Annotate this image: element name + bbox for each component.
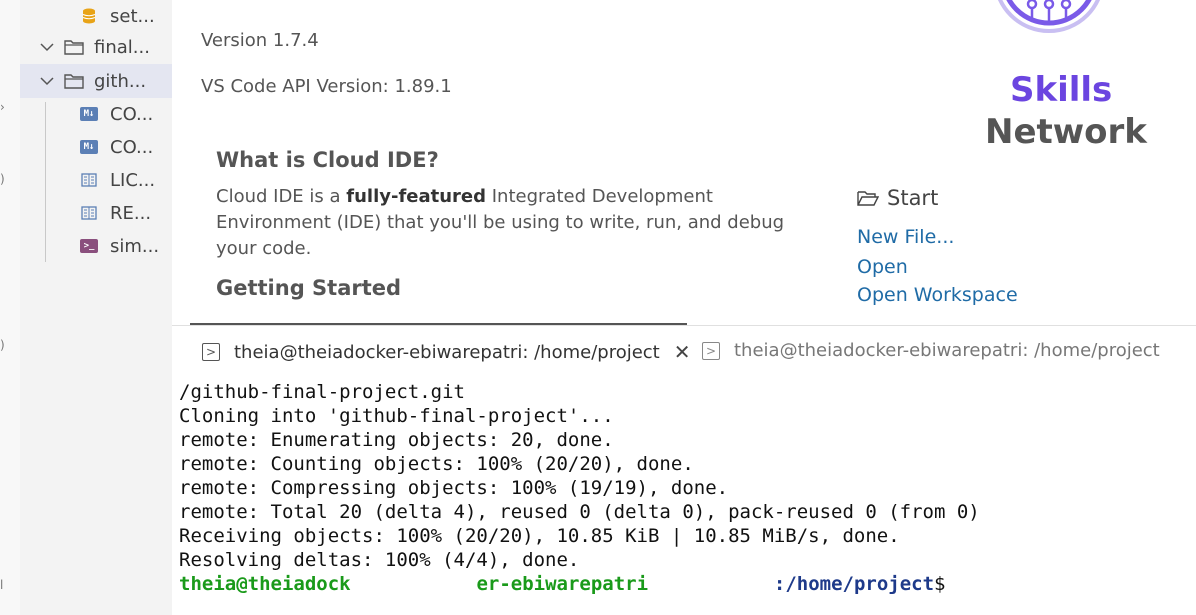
terminal-output[interactable]: /github-final-project.git Cloning into '… bbox=[172, 377, 1196, 615]
skills-network-logo-icon bbox=[997, 0, 1101, 33]
start-section-title: Start bbox=[857, 186, 938, 210]
logo-text-skills: Skills bbox=[1010, 70, 1113, 110]
tree-item-file[interactable]: >_ sim... bbox=[20, 229, 172, 263]
tree-item-label: gith... bbox=[94, 70, 147, 92]
activity-bar: › ) ) l bbox=[0, 0, 20, 615]
cloud-ide-description: Cloud IDE is a fully-featured Integrated… bbox=[216, 184, 816, 262]
folder-icon bbox=[64, 74, 84, 89]
tree-item-file[interactable]: LIC... bbox=[20, 163, 172, 197]
prompt-user: theia@theiadock bbox=[179, 573, 351, 595]
logo-text-network: Network bbox=[985, 112, 1147, 152]
tree-item-label: final... bbox=[94, 36, 150, 58]
folder-icon bbox=[64, 40, 84, 55]
activity-mark: ) bbox=[0, 338, 5, 352]
description-bold-text: fully-featured bbox=[346, 186, 487, 207]
start-label: Start bbox=[887, 186, 939, 210]
terminal-icon: > bbox=[702, 341, 720, 360]
tree-item-label: sim... bbox=[110, 235, 160, 257]
license-icon bbox=[80, 173, 98, 187]
tree-item-label: RE... bbox=[110, 202, 152, 224]
open-link[interactable]: Open bbox=[857, 256, 908, 278]
shell-icon: >_ bbox=[80, 239, 98, 253]
tree-item-settings[interactable]: set... bbox=[20, 0, 172, 33]
tree-folder-final[interactable]: final... bbox=[20, 30, 172, 64]
activity-mark: › bbox=[0, 100, 5, 114]
welcome-page: Version 1.7.4 VS Code API Version: 1.89.… bbox=[172, 0, 1196, 325]
terminal-prompt: theia@theiadock er-ebiwarepatri :/home/p… bbox=[179, 573, 945, 595]
terminal-tab-1[interactable]: > theia@theiadocker-ebiwarepatri: /home/… bbox=[202, 340, 691, 364]
folder-open-icon bbox=[857, 191, 879, 206]
chevron-down-icon[interactable] bbox=[40, 74, 54, 88]
prompt-user: er-ebiwarepatri bbox=[476, 573, 649, 595]
file-explorer: set... final... gith... M↓ CO... M↓ CO..… bbox=[20, 0, 172, 615]
terminal-line: Resolving deltas: 100% (4/4), done. bbox=[179, 549, 580, 571]
chevron-down-icon[interactable] bbox=[40, 40, 54, 54]
activity-mark: ) bbox=[0, 172, 5, 186]
tree-item-file[interactable]: RE... bbox=[20, 196, 172, 230]
terminal-line: Receiving objects: 100% (20/20), 10.85 K… bbox=[179, 525, 900, 547]
markdown-icon: M↓ bbox=[80, 107, 98, 121]
tree-folder-github[interactable]: gith... bbox=[20, 64, 172, 98]
terminal-tab-label: theia@theiadocker-ebiwarepatri: /home/pr… bbox=[734, 340, 1160, 361]
terminal-line: remote: Compressing objects: 100% (19/19… bbox=[179, 477, 729, 499]
prompt-symbol: $ bbox=[934, 573, 946, 595]
tree-item-file[interactable]: M↓ CO... bbox=[20, 97, 172, 131]
close-icon[interactable]: ✕ bbox=[674, 340, 691, 364]
tree-item-label: set... bbox=[110, 5, 155, 27]
open-workspace-link[interactable]: Open Workspace bbox=[857, 284, 1018, 306]
terminal-line: /github-final-project.git bbox=[179, 381, 465, 403]
terminal-tab-label: theia@theiadocker-ebiwarepatri: /home/pr… bbox=[234, 341, 660, 363]
version-text: Version 1.7.4 bbox=[201, 30, 319, 51]
tree-item-label: LIC... bbox=[110, 169, 156, 191]
cloud-ide-heading: What is Cloud IDE? bbox=[216, 148, 439, 172]
new-file-link[interactable]: New File... bbox=[857, 226, 954, 248]
markdown-icon: M↓ bbox=[80, 140, 98, 154]
terminal-line: Cloning into 'github-final-project'... bbox=[179, 405, 614, 427]
terminal-line: remote: Total 20 (delta 4), reused 0 (de… bbox=[179, 501, 980, 523]
getting-started-heading: Getting Started bbox=[216, 276, 402, 300]
tree-item-label: CO... bbox=[110, 136, 154, 158]
tree-item-file[interactable]: M↓ CO... bbox=[20, 130, 172, 164]
readme-icon bbox=[80, 206, 98, 220]
tree-item-label: CO... bbox=[110, 103, 154, 125]
description-text: Cloud IDE is a bbox=[216, 186, 347, 207]
terminal-icon: > bbox=[202, 343, 220, 361]
terminal-line: remote: Counting objects: 100% (20/20), … bbox=[179, 453, 694, 475]
activity-mark: l bbox=[0, 578, 4, 592]
terminal-tab-2[interactable]: > theia@theiadocker-ebiwarepatri: /home/… bbox=[702, 340, 1160, 361]
terminal-tab-bar: > theia@theiadocker-ebiwarepatri: /home/… bbox=[172, 325, 1196, 378]
database-icon bbox=[80, 8, 98, 24]
api-version-text: VS Code API Version: 1.89.1 bbox=[201, 76, 452, 97]
prompt-path: :/home/project bbox=[773, 573, 935, 595]
terminal-line: remote: Enumerating objects: 20, done. bbox=[179, 429, 614, 451]
